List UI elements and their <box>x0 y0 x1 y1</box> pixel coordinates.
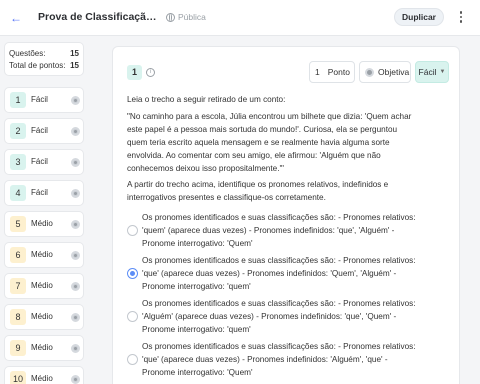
answer-option-text: Os pronomes identificados e suas classif… <box>142 342 416 377</box>
status-dot-icon <box>71 251 80 260</box>
answer-option[interactable]: Os pronomes identificados e suas classif… <box>127 340 427 380</box>
question-number-badge: 1 <box>10 92 26 108</box>
question-nav-item[interactable]: 5 Médio <box>4 211 84 237</box>
back-button[interactable]: ← <box>8 10 24 26</box>
answer-option-text: Os pronomes identificados e suas classif… <box>142 256 416 291</box>
question-card: 1 i 1 Ponto Objetiva Fácil ▼ Leia o trec… <box>112 46 460 384</box>
duplicate-button[interactable]: Duplicar <box>394 8 444 26</box>
question-number-badge: 3 <box>10 154 26 170</box>
question-excerpt: "No caminho para a escola, Júlia encontr… <box>127 112 412 173</box>
arrow-left-icon: ← <box>10 11 22 25</box>
question-nav-item[interactable]: 8 Médio <box>4 304 84 330</box>
question-difficulty-label: Médio <box>31 281 53 290</box>
visibility-indicator: Pública <box>166 12 206 22</box>
total-points-label: Total de pontos: <box>9 61 66 70</box>
more-options-button[interactable] <box>456 9 466 25</box>
answer-option[interactable]: Os pronomes identificados e suas classif… <box>127 297 427 337</box>
globe-icon <box>166 12 175 22</box>
question-nav-item[interactable]: 4 Fácil <box>4 180 84 206</box>
difficulty-label: Fácil <box>418 67 437 77</box>
question-number-badge: 6 <box>10 247 26 263</box>
question-prompt: A partir do trecho acima, identifique os… <box>127 180 389 202</box>
answer-radio[interactable] <box>127 354 138 365</box>
answer-radio[interactable] <box>127 311 138 322</box>
questions-count-value: 15 <box>70 49 79 58</box>
question-nav-item[interactable]: 7 Médio <box>4 273 84 299</box>
status-dot-icon <box>71 313 80 322</box>
page-title: Prova de Classificação dos... <box>38 11 160 23</box>
question-nav-item[interactable]: 10 Médio <box>4 366 84 384</box>
question-number-badge: 8 <box>10 309 26 325</box>
answer-radio-selected[interactable] <box>127 268 138 279</box>
question-difficulty-label: Fácil <box>31 188 48 197</box>
question-nav-item[interactable]: 3 Fácil <box>4 149 84 175</box>
status-dot-icon <box>71 344 80 353</box>
top-bar: ← Prova de Classificação dos... Pública … <box>0 0 480 36</box>
question-difficulty-label: Fácil <box>31 95 48 104</box>
answer-option[interactable]: Os pronomes identificados e suas classif… <box>127 211 427 251</box>
more-vertical-icon <box>459 11 463 14</box>
question-difficulty-label: Médio <box>31 374 53 383</box>
question-difficulty-label: Fácil <box>31 126 48 135</box>
question-number-badge: 7 <box>10 278 26 294</box>
answer-option-text: Os pronomes identificados e suas classif… <box>142 213 416 248</box>
points-input[interactable]: 1 Ponto <box>309 61 355 83</box>
points-label: Ponto <box>327 67 350 77</box>
question-number-badge: 10 <box>10 371 26 384</box>
answer-radio[interactable] <box>127 225 138 236</box>
question-difficulty-label: Médio <box>31 343 53 352</box>
question-nav-item[interactable]: 1 Fácil <box>4 87 84 113</box>
radio-type-icon <box>365 67 374 77</box>
question-difficulty-label: Fácil <box>31 157 48 166</box>
info-icon[interactable]: i <box>146 68 155 77</box>
status-dot-icon <box>71 220 80 229</box>
chevron-down-icon: ▼ <box>439 69 446 75</box>
answer-option[interactable]: Os pronomes identificados e suas classif… <box>127 254 427 294</box>
status-dot-icon <box>71 282 80 291</box>
points-value: 1 <box>315 67 320 77</box>
visibility-label: Pública <box>178 12 206 22</box>
answer-option-text: Os pronomes identificados e suas classif… <box>142 299 416 334</box>
question-nav-item[interactable]: 2 Fácil <box>4 118 84 144</box>
question-type-label: Objetiva <box>378 67 410 77</box>
question-number-badge: 1 <box>127 65 142 80</box>
status-dot-icon <box>71 158 80 167</box>
quiz-stats-panel: Questões: 15 Total de pontos: 15 <box>4 42 84 76</box>
difficulty-dropdown[interactable]: Fácil ▼ <box>415 61 449 83</box>
questions-count-label: Questões: <box>9 49 46 58</box>
total-points-value: 15 <box>70 61 79 70</box>
question-nav-item[interactable]: 6 Médio <box>4 242 84 268</box>
question-difficulty-label: Médio <box>31 250 53 259</box>
question-number-badge: 9 <box>10 340 26 356</box>
status-dot-icon <box>71 127 80 136</box>
status-dot-icon <box>71 375 80 384</box>
question-difficulty-label: Médio <box>31 312 53 321</box>
question-number-badge: 2 <box>10 123 26 139</box>
question-intro: Leia o trecho a seguir retirado de um co… <box>127 95 286 104</box>
question-nav-item[interactable]: 9 Médio <box>4 335 84 361</box>
question-difficulty-label: Médio <box>31 219 53 228</box>
status-dot-icon <box>71 189 80 198</box>
question-type-selector[interactable]: Objetiva <box>359 61 411 83</box>
question-number-badge: 5 <box>10 216 26 232</box>
question-number-badge: 4 <box>10 185 26 201</box>
status-dot-icon <box>71 96 80 105</box>
